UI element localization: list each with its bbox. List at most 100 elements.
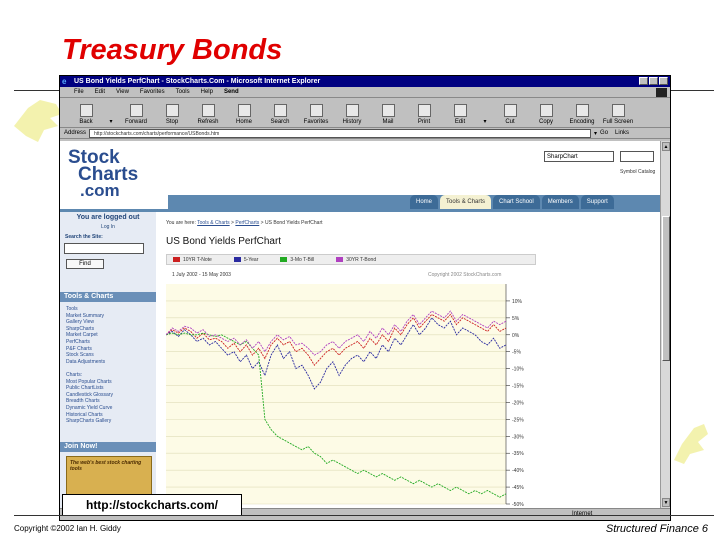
toolbar: Back ▾ Forward Stop Refresh Home Search … bbox=[60, 98, 670, 128]
sidebar-item-stock-scans[interactable]: Stock Scans bbox=[66, 352, 105, 359]
sidebar-item-popular[interactable]: Most Popular Charts bbox=[66, 379, 113, 386]
fullscreen-button[interactable]: Full Screen bbox=[600, 104, 636, 127]
stockcharts-logo[interactable]: Stock Charts .com bbox=[68, 148, 158, 204]
home-icon bbox=[237, 104, 251, 117]
window-titlebar[interactable]: e US Bond Yields PerfChart - StockCharts… bbox=[60, 76, 670, 87]
sidebar-item-public-lists[interactable]: Public ChartLists bbox=[66, 385, 113, 392]
scroll-thumb[interactable] bbox=[662, 216, 670, 361]
web-page: Stock Charts .com SharpChart Symbol Cata… bbox=[60, 141, 660, 508]
tab-chart-school[interactable]: Chart School bbox=[493, 195, 540, 209]
sidebar-item-gallery-view[interactable]: Gallery View bbox=[66, 319, 105, 326]
sidebar-item-market-carpet[interactable]: Market Carpet bbox=[66, 332, 105, 339]
site-search-input[interactable] bbox=[64, 243, 144, 254]
y-tick-label: 10% bbox=[512, 299, 523, 305]
print-label: Print bbox=[417, 119, 431, 125]
sidebar-item-tools[interactable]: Tools bbox=[66, 306, 105, 313]
sidebar-item-pf-charts[interactable]: P&F Charts bbox=[66, 346, 105, 353]
address-dropdown-icon[interactable]: ▾ bbox=[594, 130, 597, 137]
favorites-label: Favorites bbox=[303, 119, 329, 125]
stop-icon bbox=[165, 104, 179, 117]
favorites-button[interactable]: Favorites bbox=[298, 104, 334, 127]
print-icon bbox=[417, 104, 431, 117]
address-label: Address bbox=[64, 130, 87, 136]
back-dropdown[interactable]: ▾ bbox=[104, 118, 118, 127]
mail-button[interactable]: Mail bbox=[370, 104, 406, 127]
refresh-button[interactable]: Refresh bbox=[190, 104, 226, 127]
sidebar-item-data-adjustments[interactable]: Data Adjustments bbox=[66, 359, 105, 366]
forward-button[interactable]: Forward bbox=[118, 104, 154, 127]
mail-label: Mail bbox=[382, 119, 394, 125]
search-label: Search the Site: bbox=[65, 234, 103, 240]
logo-line-3: .com bbox=[80, 181, 120, 200]
sidebar-item-gallery[interactable]: SharpCharts Gallery bbox=[66, 418, 113, 425]
chart-type-select[interactable]: SharpChart bbox=[544, 151, 614, 162]
sidebar-item-perfcharts[interactable]: PerfCharts bbox=[66, 339, 105, 346]
stop-label: Stop bbox=[165, 119, 179, 125]
breadcrumb: You are here: Tools & Charts > PerfChart… bbox=[166, 220, 323, 226]
encoding-button[interactable]: Encoding bbox=[564, 104, 600, 127]
menu-help[interactable]: Help bbox=[201, 89, 213, 95]
close-button[interactable] bbox=[659, 77, 668, 85]
charts-list: Charts: Most Popular Charts Public Chart… bbox=[66, 372, 113, 425]
tab-tools-charts[interactable]: Tools & Charts bbox=[440, 195, 492, 209]
nav-tabs: Home Tools & Charts Chart School Members… bbox=[410, 195, 614, 209]
menu-view[interactable]: View bbox=[116, 89, 129, 95]
tab-members[interactable]: Members bbox=[541, 195, 579, 209]
print-button[interactable]: Print bbox=[406, 104, 442, 127]
back-button[interactable]: Back bbox=[68, 104, 104, 127]
maximize-button[interactable] bbox=[649, 77, 658, 85]
minimize-button[interactable] bbox=[639, 77, 648, 85]
internet-zone: Internet bbox=[572, 511, 593, 517]
tab-support[interactable]: Support bbox=[580, 195, 614, 209]
cut-button[interactable]: Cut bbox=[492, 104, 528, 127]
stop-button[interactable]: Stop bbox=[154, 104, 190, 127]
menu-tools[interactable]: Tools bbox=[176, 89, 190, 95]
history-button[interactable]: History bbox=[334, 104, 370, 127]
browser-window: e US Bond Yields PerfChart - StockCharts… bbox=[59, 75, 671, 521]
symbol-input[interactable] bbox=[620, 151, 654, 162]
find-button[interactable]: Find bbox=[66, 259, 104, 269]
perfchart-plot[interactable]: 10% 5% 0% -5% -10% -15% -20% -25% -30% -35% -40% -4… bbox=[166, 254, 571, 508]
login-link[interactable]: Log In bbox=[60, 224, 156, 230]
y-tick-label: -15% bbox=[512, 384, 524, 390]
home-button[interactable]: Home bbox=[226, 104, 262, 127]
breadcrumb-tools[interactable]: Tools & Charts bbox=[197, 220, 230, 226]
join-now-header[interactable]: Join Now! bbox=[60, 442, 156, 452]
y-tick-label: -20% bbox=[512, 400, 524, 406]
copy-icon bbox=[539, 104, 553, 117]
y-tick-label: 0% bbox=[512, 333, 520, 339]
menu-send[interactable]: Send bbox=[224, 89, 239, 95]
menu-edit[interactable]: Edit bbox=[95, 89, 105, 95]
sidebar-item-market-summary[interactable]: Market Summary bbox=[66, 313, 105, 320]
symbol-catalog-link[interactable]: Symbol Catalog bbox=[620, 169, 655, 175]
chalk-decoration-right bbox=[674, 424, 708, 464]
tools-list: Tools Market Summary Gallery View SharpC… bbox=[66, 306, 105, 365]
edit-button[interactable]: Edit bbox=[442, 104, 478, 127]
sidebar-item-sharpcharts[interactable]: SharpCharts bbox=[66, 326, 105, 333]
search-button[interactable]: Search bbox=[262, 104, 298, 127]
copy-button[interactable]: Copy bbox=[528, 104, 564, 127]
menu-favorites[interactable]: Favorites bbox=[140, 89, 165, 95]
scroll-down-arrow[interactable]: ▼ bbox=[662, 498, 670, 507]
y-tick-label: -10% bbox=[512, 367, 524, 373]
menu-file[interactable]: File bbox=[74, 89, 84, 95]
tab-home[interactable]: Home bbox=[410, 195, 439, 209]
back-label: Back bbox=[79, 119, 93, 125]
go-button[interactable]: Go bbox=[600, 130, 608, 136]
sidebar-item-historical[interactable]: Historical Charts bbox=[66, 412, 113, 419]
copy-label: Copy bbox=[538, 119, 553, 125]
scroll-up-arrow[interactable]: ▲ bbox=[662, 142, 670, 151]
sidebar-item-breadth[interactable]: Breadth Charts bbox=[66, 398, 113, 405]
footer-copyright: Copyright ©2002 Ian H. Giddy bbox=[14, 524, 121, 533]
vertical-scrollbar[interactable]: ▲ ▼ bbox=[660, 141, 670, 508]
y-tick-label: -30% bbox=[512, 434, 524, 440]
sidebar-item-yield-curve[interactable]: Dynamic Yield Curve bbox=[66, 405, 113, 412]
fullscreen-icon bbox=[611, 104, 625, 117]
refresh-icon bbox=[201, 104, 215, 117]
search-label: Search bbox=[270, 119, 290, 125]
sidebar-item-candlestick[interactable]: Candlestick Glossary bbox=[66, 392, 113, 399]
links-button[interactable]: Links bbox=[615, 130, 629, 136]
edit-dropdown[interactable]: ▾ bbox=[478, 118, 492, 127]
address-input[interactable]: http://stockcharts.com/charts/performanc… bbox=[89, 128, 592, 138]
breadcrumb-perfcharts[interactable]: PerfCharts bbox=[235, 220, 259, 226]
